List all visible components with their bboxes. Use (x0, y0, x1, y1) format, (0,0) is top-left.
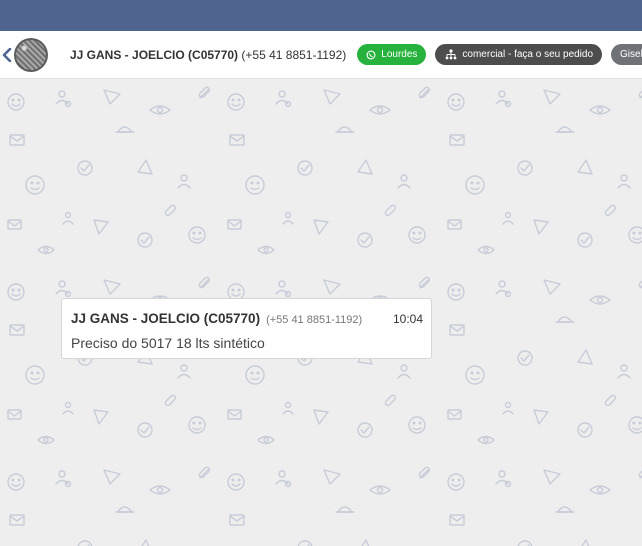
org-chart-icon (445, 49, 457, 60)
contact-info: JJ GANS - JOELCIO (C05770) (+55 41 8851-… (70, 48, 346, 62)
chevron-left-icon (2, 47, 12, 62)
contact-name: JJ GANS - JOELCIO (C05770) (70, 47, 239, 62)
agent-tag-gisele[interactable]: Gisele (611, 44, 642, 65)
tag-label: Gisele (620, 49, 642, 60)
tag-label: Lourdes (381, 49, 418, 60)
whatsapp-icon (366, 50, 376, 60)
message-header: JJ GANS - JOELCIO (C05770) (+55 41 8851-… (71, 311, 423, 326)
department-tag[interactable]: comercial - faça o seu pedido (435, 44, 603, 65)
message-time: 10:04 (392, 312, 423, 326)
app-top-bar (0, 0, 642, 31)
contact-phone: (+55 41 8851-1192) (241, 47, 347, 62)
avatar[interactable] (14, 37, 48, 72)
chat-area[interactable]: JJ GANS - JOELCIO (C05770) (+55 41 8851-… (0, 80, 642, 546)
agent-tag-lourdes[interactable]: Lourdes (357, 44, 427, 65)
chat-header: JJ GANS - JOELCIO (C05770) (+55 41 8851-… (0, 31, 642, 79)
message-bubble[interactable]: JJ GANS - JOELCIO (C05770) (+55 41 8851-… (61, 298, 432, 359)
back-button[interactable] (2, 31, 12, 79)
message-sender-phone: (+55 41 8851-1192) (266, 314, 363, 326)
tag-label: comercial - faça o seu pedido (462, 49, 594, 60)
message-sender: JJ GANS - JOELCIO (C05770) (71, 311, 261, 326)
message-text: Preciso do 5017 18 lts sintético (71, 335, 265, 351)
